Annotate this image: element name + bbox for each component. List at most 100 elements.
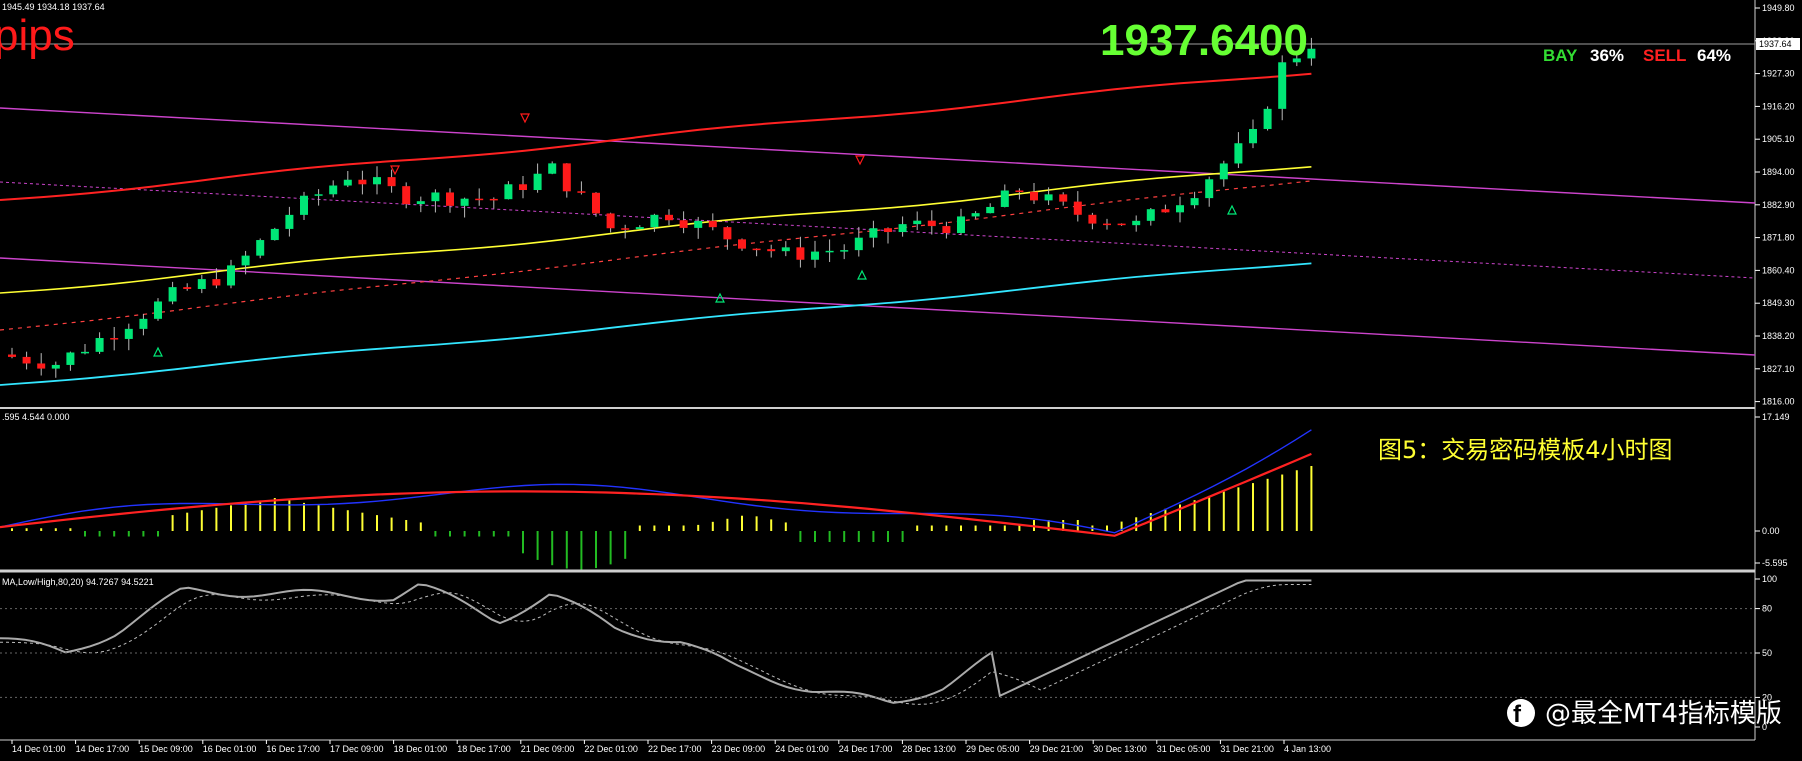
time-axis-label: 15 Dec 09:00 <box>139 744 193 754</box>
candle-bear <box>8 354 16 357</box>
candle-bear <box>738 239 746 249</box>
bands-layer <box>0 72 1312 386</box>
price-axis-label: 1860.40 <box>1762 265 1795 275</box>
candle-bear <box>592 192 600 214</box>
candle-bull <box>343 179 352 186</box>
stochastic-axis-label: 50 <box>1762 648 1772 658</box>
candle-bull <box>1219 163 1228 180</box>
buy-arrow-icon <box>1227 204 1237 215</box>
candle-bull <box>1132 220 1141 226</box>
candle-bear <box>22 356 31 364</box>
candle-bull <box>694 220 703 228</box>
time-axis-label: 30 Dec 13:00 <box>1093 744 1147 754</box>
trailing-stop-line <box>0 180 1312 331</box>
candle-bull <box>781 247 790 252</box>
macd-header: .595 4.544 0.000 <box>2 412 70 422</box>
candle-bull <box>431 192 440 202</box>
candle-bear <box>358 179 367 185</box>
candle-bear <box>752 248 761 251</box>
macd-axis-label: -5.595 <box>1762 558 1788 568</box>
time-axis-label: 31 Dec 21:00 <box>1220 744 1274 754</box>
upper-band-line <box>0 72 1312 201</box>
candle-bear <box>1015 190 1024 193</box>
candle-bull <box>197 279 206 289</box>
buy-arrow-icon <box>153 346 163 357</box>
candle-bear <box>927 220 936 227</box>
time-axis-label: 21 Dec 09:00 <box>521 744 575 754</box>
watermark-text: @最全MT4指标模版 <box>1545 699 1782 729</box>
time-axis-label: 31 Dec 05:00 <box>1157 744 1211 754</box>
bay-percent: 36% <box>1590 46 1624 65</box>
price-axis: 1949.801938.901927.301916.201905.101894.… <box>1755 3 1795 407</box>
time-axis-label: 16 Dec 17:00 <box>266 744 320 754</box>
trading-chart[interactable]: 1949.801938.901927.301916.201905.101894.… <box>0 0 1802 761</box>
price-axis-label: 1816.00 <box>1762 397 1795 407</box>
time-axis-label: 29 Dec 05:00 <box>966 744 1020 754</box>
candle-bear <box>1059 194 1068 202</box>
stochastic-layer <box>0 579 1312 705</box>
time-axis-label: 22 Dec 01:00 <box>584 744 638 754</box>
candle-bull <box>869 228 878 238</box>
candle-bull <box>168 287 177 302</box>
candle-bull <box>1249 128 1257 144</box>
candle-bear <box>665 214 673 221</box>
candle-bull <box>548 163 557 174</box>
signal-arrows-layer <box>153 113 1237 357</box>
price-axis-label: 1882.90 <box>1762 200 1795 210</box>
candle-bear <box>577 191 586 193</box>
moving-average-line <box>0 166 1312 294</box>
candle-bull <box>1176 205 1184 213</box>
price-axis-label: 1827.10 <box>1762 364 1795 374</box>
time-axis-label: 28 Dec 13:00 <box>902 744 956 754</box>
candle-bull <box>416 201 425 205</box>
candle-bear <box>37 363 46 369</box>
time-axis-label: 22 Dec 17:00 <box>648 744 702 754</box>
pips-label: pips <box>0 11 75 60</box>
candle-bear <box>1073 201 1082 215</box>
candle-bull <box>256 240 265 256</box>
candle-bear <box>183 287 192 289</box>
time-axis-label: 24 Dec 17:00 <box>839 744 893 754</box>
time-axis-label: 14 Dec 01:00 <box>12 744 66 754</box>
time-axis-label: 17 Dec 09:00 <box>330 744 384 754</box>
macd-axis: 17.149 0.00 -5.595 <box>1755 412 1790 568</box>
candle-bear <box>475 198 484 201</box>
candle-bear <box>884 228 892 233</box>
time-axis-label: 14 Dec 17:00 <box>76 744 130 754</box>
candle-bull <box>124 328 133 339</box>
candle-bear <box>796 247 805 260</box>
watermark-logo-glyph: f <box>1513 701 1522 728</box>
candle-bear <box>621 228 630 230</box>
stochastic-header: MA,Low/High,80,20) 94.7267 94.5221 <box>2 577 154 587</box>
time-axis-label: 29 Dec 21:00 <box>1030 744 1084 754</box>
time-axis-label: 18 Dec 01:00 <box>394 744 448 754</box>
price-axis-label: 1894.00 <box>1762 167 1795 177</box>
candle-bull <box>898 224 907 233</box>
candle-bull <box>329 185 338 195</box>
candle-bull <box>650 214 659 228</box>
candle-bull <box>825 250 834 253</box>
big-price-display: 1937.6400 <box>1100 16 1308 65</box>
stochastic-signal-line <box>0 584 1312 705</box>
stochastic-axis-label: 100 <box>1762 574 1777 584</box>
candle-bull <box>227 265 235 286</box>
candle-bull <box>1146 209 1155 221</box>
chart-caption: 图5：交易密码模板4小时图 <box>1378 436 1673 464</box>
candle-bull <box>81 351 89 354</box>
candle-bear <box>1088 214 1097 224</box>
candle-bull <box>971 213 980 217</box>
candle-bull <box>986 206 995 214</box>
time-axis: 14 Dec 01:00 14 Dec 17:00 15 Dec 09:00 16 D… <box>11 740 1331 754</box>
time-axis-label: 24 Dec 01:00 <box>775 744 829 754</box>
price-axis-label: 1849.30 <box>1762 298 1795 308</box>
candle-bull <box>95 338 104 352</box>
buy-arrow-icon <box>857 269 867 280</box>
candle-bear <box>562 163 571 192</box>
price-axis-label: 1871.80 <box>1762 233 1795 243</box>
candle-bear <box>723 227 732 240</box>
candle-bull <box>1044 194 1053 201</box>
candle-bear <box>942 226 951 234</box>
sell-arrow-icon <box>390 165 400 176</box>
bay-label: BAY <box>1543 46 1578 65</box>
candle-bull <box>241 255 250 266</box>
